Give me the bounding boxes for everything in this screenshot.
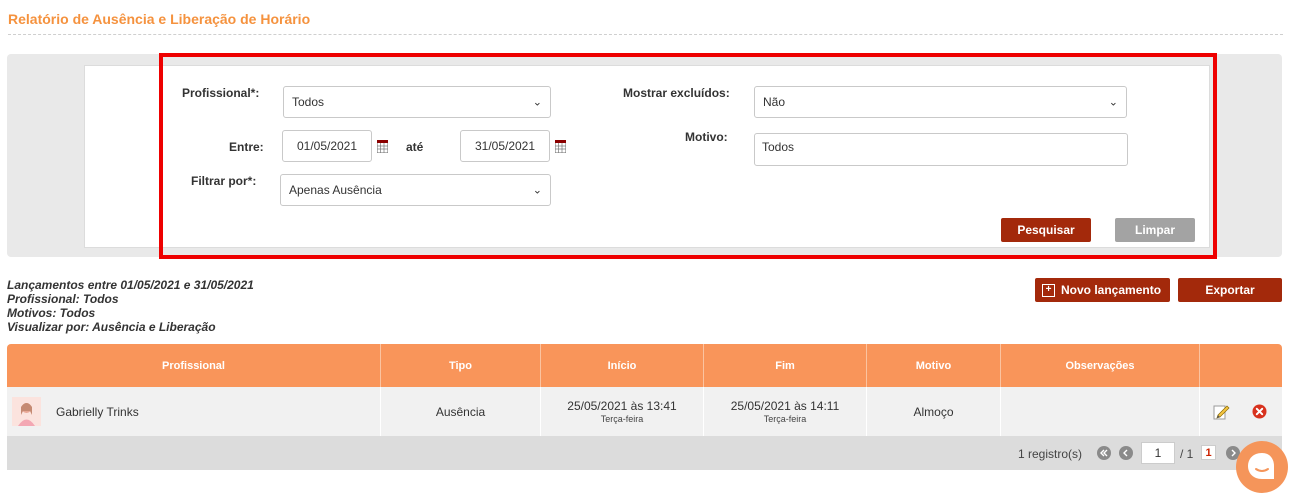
highlight-box bbox=[159, 53, 1217, 259]
summary-period: Lançamentos entre 01/05/2021 e 31/05/202… bbox=[7, 278, 254, 292]
column-divider bbox=[1199, 387, 1200, 436]
tipo-value: Ausência bbox=[435, 404, 486, 419]
column-header-tipo[interactable]: Tipo bbox=[381, 344, 540, 387]
cell-motivo: Almoço bbox=[867, 387, 1000, 436]
table-footer bbox=[7, 436, 1282, 470]
summary-profissional: Profissional: Todos bbox=[7, 292, 119, 306]
cell-profissional: Gabrielly Trinks bbox=[7, 387, 380, 436]
inicio-value: 25/05/2021 às 13:41 bbox=[567, 399, 677, 413]
edit-icon[interactable] bbox=[1213, 403, 1230, 420]
records-count: 1 registro(s) bbox=[1018, 447, 1083, 461]
summary-motivos: Motivos: Todos bbox=[7, 306, 96, 320]
fim-value: 25/05/2021 às 14:11 bbox=[730, 399, 840, 413]
cell-observacoes bbox=[1001, 387, 1199, 436]
summary-visualizar: Visualizar por: Ausência e Liberação bbox=[7, 320, 216, 334]
column-header-profissional[interactable]: Profissional bbox=[7, 344, 380, 387]
new-entry-button[interactable]: + Novo lançamento bbox=[1035, 278, 1170, 302]
table-row: Gabrielly Trinks Ausência 25/05/2021 às … bbox=[7, 387, 1282, 436]
column-header-observacoes[interactable]: Observações bbox=[1001, 344, 1199, 387]
inicio-weekday: Terça-feira bbox=[600, 414, 644, 424]
cell-tipo: Ausência bbox=[381, 387, 540, 436]
delete-icon[interactable] bbox=[1252, 404, 1267, 419]
fim-weekday: Terça-feira bbox=[763, 414, 807, 424]
page-title: Relatório de Ausência e Liberação de Hor… bbox=[8, 11, 311, 27]
column-divider bbox=[1199, 344, 1200, 387]
results-summary: Lançamentos entre 01/05/2021 e 31/05/202… bbox=[7, 278, 254, 334]
page-total: / 1 bbox=[1180, 447, 1194, 461]
plus-icon: + bbox=[1042, 283, 1055, 297]
column-header-fim[interactable]: Fim bbox=[704, 344, 866, 387]
page-number-value: 1 bbox=[1154, 446, 1162, 460]
first-page-icon[interactable] bbox=[1097, 446, 1111, 460]
cell-inicio: 25/05/2021 às 13:41 Terça-feira bbox=[541, 387, 703, 436]
column-header-motivo[interactable]: Motivo bbox=[867, 344, 1000, 387]
column-header-inicio[interactable]: Início bbox=[541, 344, 703, 387]
cell-fim: 25/05/2021 às 14:11 Terça-feira bbox=[704, 387, 866, 436]
page-number-input[interactable]: 1 bbox=[1141, 442, 1175, 464]
chat-icon[interactable] bbox=[1236, 441, 1288, 493]
export-button[interactable]: Exportar bbox=[1178, 278, 1282, 302]
avatar bbox=[12, 397, 41, 426]
current-page-link[interactable]: 1 bbox=[1201, 445, 1216, 460]
new-entry-label: Novo lançamento bbox=[1061, 283, 1162, 297]
table-header: Profissional Tipo Início Fim Motivo Obse… bbox=[7, 344, 1282, 387]
motivo-cell-value: Almoço bbox=[913, 404, 954, 419]
prev-page-icon[interactable] bbox=[1119, 446, 1133, 460]
title-divider bbox=[8, 34, 1283, 35]
profissional-name: Gabrielly Trinks bbox=[56, 404, 139, 419]
